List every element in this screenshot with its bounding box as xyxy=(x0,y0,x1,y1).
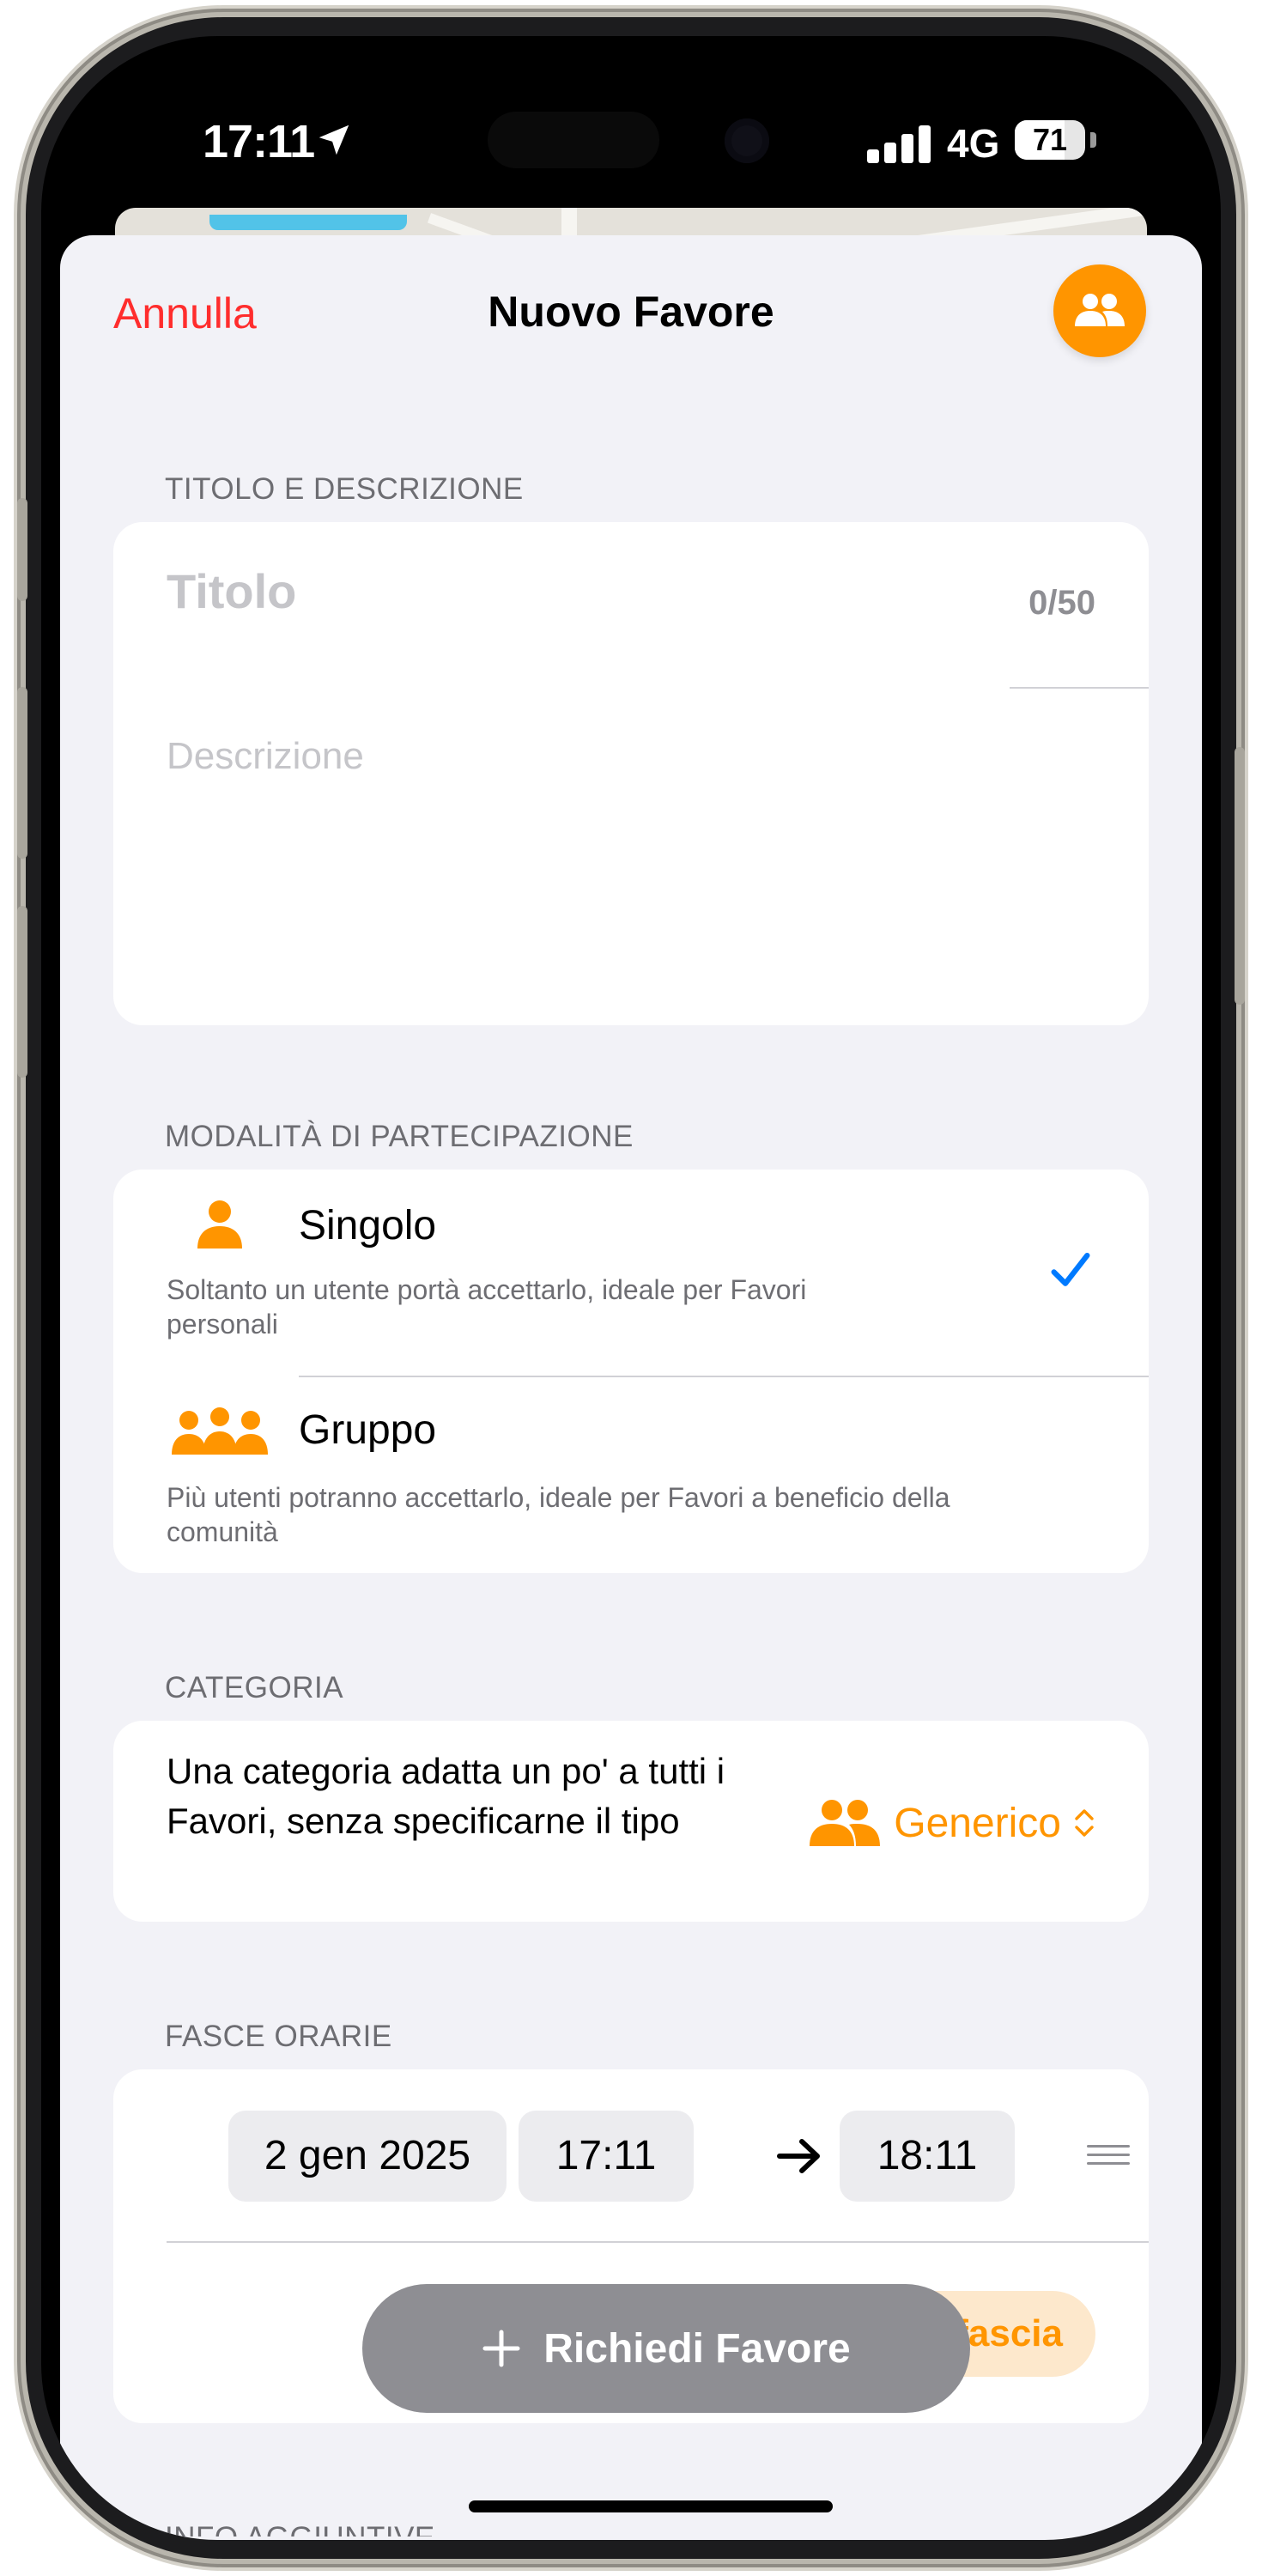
person-2-fill-icon xyxy=(1075,294,1125,326)
new-favor-sheet: Annulla Nuovo Favore TITOLO E DESCRIZION… xyxy=(60,235,1202,2540)
volume-up-button xyxy=(17,687,27,859)
category-description: Una categoria adatta un po' a tutti i Fa… xyxy=(167,1751,725,1841)
section-header-category: CATEGORIA xyxy=(165,1671,344,1704)
battery-tip xyxy=(1090,132,1096,148)
request-favor-label: Richiedi Favore xyxy=(543,2325,851,2372)
category-value: Generico xyxy=(894,1800,1061,1846)
battery-icon: 71 xyxy=(1015,120,1085,160)
chevron-up-down-icon xyxy=(1075,1809,1094,1837)
slot-divider xyxy=(167,2241,1149,2243)
sheet-title: Nuovo Favore xyxy=(488,288,774,336)
slot-date-picker[interactable]: 2 gen 2025 xyxy=(228,2111,507,2202)
section-header-additional-info: INFO AGGIUNTIVE xyxy=(165,2521,435,2540)
title-divider xyxy=(1010,687,1149,689)
group-button[interactable] xyxy=(1053,264,1146,357)
slot-start-time-picker[interactable]: 17:11 xyxy=(519,2111,694,2202)
category-picker[interactable]: Generico xyxy=(808,1798,1095,1848)
cellular-signal-icon xyxy=(867,125,932,163)
checkmark-icon xyxy=(1051,1252,1090,1286)
mode-name-singolo: Singolo xyxy=(299,1203,437,1249)
mode-option-singolo[interactable]: Singolo Soltanto un utente portà accetta… xyxy=(113,1170,1149,1376)
home-indicator[interactable] xyxy=(469,2500,833,2512)
mode-name-gruppo: Gruppo xyxy=(299,1407,437,1453)
volume-down-button xyxy=(17,906,27,1078)
mode-description-singolo: Soltanto un utente portà accettarlo, ide… xyxy=(167,1274,807,1340)
battery-percent: 71 xyxy=(1032,122,1068,157)
participation-mode-card: Singolo Soltanto un utente portà accetta… xyxy=(113,1170,1149,1573)
action-button xyxy=(17,498,27,601)
title-description-card: Titolo 0/50 Descrizione xyxy=(113,522,1149,1025)
title-field[interactable]: Titolo xyxy=(167,563,939,619)
person-3-fill-icon xyxy=(172,1407,268,1455)
reorder-handle-icon[interactable] xyxy=(1087,2145,1130,2166)
network-type: 4G xyxy=(947,121,1000,166)
location-arrow-icon xyxy=(319,125,349,155)
description-field[interactable]: Descrizione xyxy=(167,735,364,778)
plus-icon xyxy=(482,2330,520,2367)
request-favor-button[interactable]: Richiedi Favore xyxy=(362,2284,970,2413)
section-header-title: TITOLO E DESCRIZIONE xyxy=(165,472,524,506)
time-slot-row: 2 gen 2025 17:11 18:11 xyxy=(113,2111,1149,2202)
dynamic-island xyxy=(488,112,659,168)
front-camera xyxy=(725,118,769,163)
slot-end-time-picker[interactable]: 18:11 xyxy=(840,2111,1015,2202)
status-time: 17:11 xyxy=(203,116,315,167)
power-button xyxy=(1235,747,1245,1005)
screen: 17:11 4G 71 Annulla Nuovo Favore TITOLO … xyxy=(41,36,1221,2540)
person-2-fill-icon xyxy=(810,1800,881,1846)
person-fill-icon xyxy=(197,1200,242,1249)
category-card: Una categoria adatta un po' a tutti i Fa… xyxy=(113,1721,1149,1922)
status-bar: 17:11 4G 71 xyxy=(41,36,1221,208)
map-water xyxy=(209,215,407,230)
arrow-right-icon xyxy=(777,2139,820,2173)
section-header-time-slots: FASCE ORARIE xyxy=(165,2020,392,2053)
section-header-mode: MODALITÀ DI PARTECIPAZIONE xyxy=(165,1120,634,1153)
mode-description-gruppo: Più utenti potranno accettarlo, ideale p… xyxy=(167,1482,950,1547)
mode-option-gruppo[interactable]: Gruppo Più utenti potranno accettarlo, i… xyxy=(113,1377,1149,1573)
title-char-counter: 0/50 xyxy=(1028,584,1095,622)
